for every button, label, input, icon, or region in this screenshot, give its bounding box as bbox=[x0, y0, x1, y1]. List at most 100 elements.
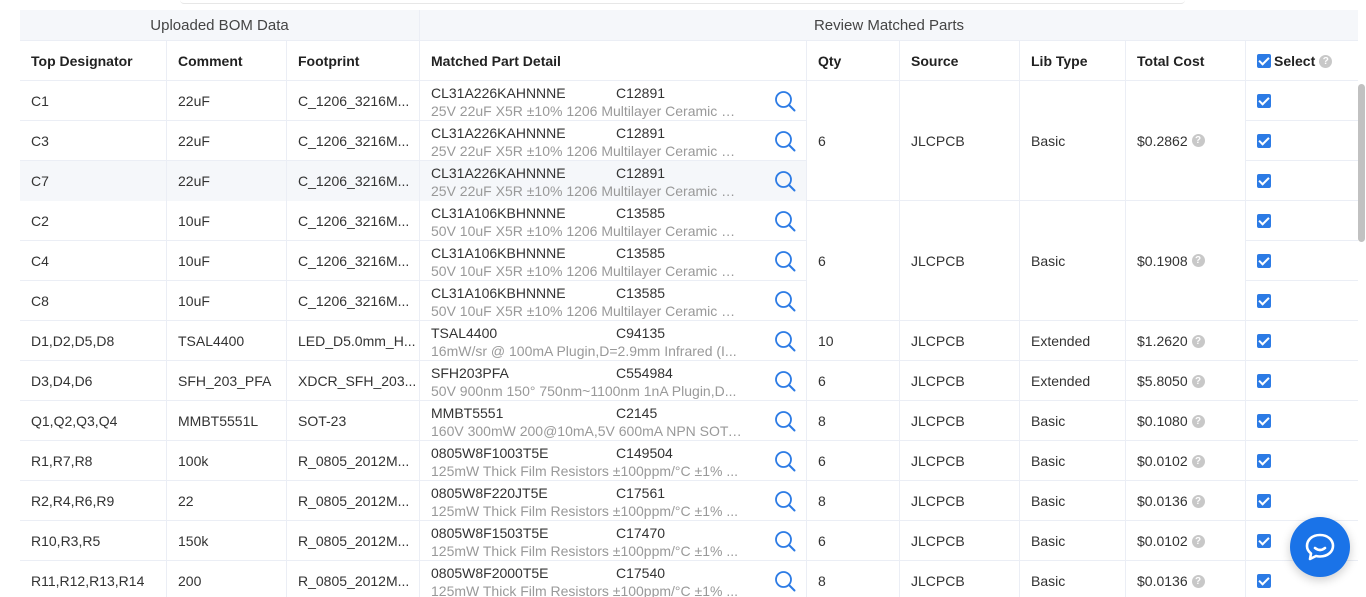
matched-part-detail: 0805W8F220JT5E C17561 125mW Thick Film Res… bbox=[420, 481, 807, 521]
search-icon[interactable] bbox=[774, 250, 796, 272]
col-total-cost: Total Cost bbox=[1126, 41, 1246, 81]
part-number: MMBT5551 bbox=[431, 405, 504, 421]
cell-qty: 8 bbox=[807, 401, 900, 441]
search-icon[interactable] bbox=[774, 330, 796, 352]
part-number-line: SFH203PFA C554984 bbox=[431, 364, 806, 382]
row-select-checkbox[interactable] bbox=[1257, 374, 1271, 388]
help-icon[interactable]: ? bbox=[1191, 494, 1205, 508]
cell-libtype: Extended bbox=[1020, 361, 1126, 401]
search-icon[interactable] bbox=[774, 570, 796, 592]
row-select-checkbox[interactable] bbox=[1257, 254, 1271, 268]
cell-select bbox=[1246, 121, 1358, 161]
row-select-checkbox[interactable] bbox=[1257, 94, 1271, 108]
search-icon[interactable] bbox=[774, 290, 796, 312]
cell-source: JLCPCB bbox=[900, 321, 1020, 361]
search-icon[interactable] bbox=[774, 370, 796, 392]
help-icon[interactable]: ? bbox=[1191, 574, 1205, 588]
help-icon[interactable]: ? bbox=[1191, 134, 1205, 147]
scrollbar[interactable] bbox=[1358, 84, 1365, 242]
cell-designator: C8 bbox=[20, 281, 167, 321]
search-icon[interactable] bbox=[774, 530, 796, 552]
merged-libtype: Basic bbox=[1020, 81, 1126, 201]
part-number-line: CL31A106KBHNNNE C13585 bbox=[431, 244, 806, 262]
cell-footprint: XDCR_SFH_203... bbox=[287, 361, 420, 401]
total-cost-value: $0.0102 bbox=[1137, 453, 1188, 469]
lcsc-code: C13585 bbox=[616, 245, 666, 261]
part-number: CL31A106KBHNNNE bbox=[431, 205, 566, 221]
cell-footprint: C_1206_3216M... bbox=[287, 201, 420, 241]
help-icon[interactable]: ? bbox=[1191, 254, 1205, 267]
review-matched-header: Review Matched Parts bbox=[420, 10, 1358, 41]
cell-designator: C7 bbox=[20, 161, 167, 201]
part-number-line: 0805W8F2000T5E C17540 bbox=[431, 564, 806, 582]
search-icon[interactable] bbox=[774, 170, 796, 192]
cell-designator: C2 bbox=[20, 201, 167, 241]
cell-comment: 10uF bbox=[167, 241, 287, 281]
part-description: 25V 22uF X5R ±10% 1206 Multilayer Cerami… bbox=[431, 183, 743, 199]
cell-source: JLCPCB bbox=[900, 361, 1020, 401]
cell-footprint: C_1206_3216M... bbox=[287, 121, 420, 161]
merged-libtype: Basic bbox=[1020, 201, 1126, 321]
part-number-line: CL31A106KBHNNNE C13585 bbox=[431, 284, 806, 302]
table-row: Q1,Q2,Q3,Q4 MMBT5551L SOT-23 MMBT5551 C2145 1… bbox=[20, 401, 1358, 441]
help-icon[interactable]: ? bbox=[1319, 54, 1333, 68]
part-number: CL31A226KAHNNNE bbox=[431, 125, 566, 141]
search-icon[interactable] bbox=[774, 490, 796, 512]
cell-footprint: C_1206_3216M... bbox=[287, 281, 420, 321]
total-cost-value: $1.2620 bbox=[1137, 333, 1188, 349]
row-select-checkbox[interactable] bbox=[1257, 494, 1271, 508]
part-number: CL31A226KAHNNNE bbox=[431, 165, 566, 181]
select-label: Select bbox=[1274, 53, 1316, 69]
merged-source: JLCPCB bbox=[900, 81, 1020, 201]
part-description: 25V 22uF X5R ±10% 1206 Multilayer Cerami… bbox=[431, 103, 743, 119]
help-icon[interactable]: ? bbox=[1191, 454, 1205, 468]
help-icon[interactable]: ? bbox=[1191, 334, 1205, 348]
merged-qty: 6 bbox=[807, 201, 900, 321]
cell-designator: R10,R3,R5 bbox=[20, 521, 167, 561]
help-icon[interactable]: ? bbox=[1191, 414, 1205, 428]
part-number-line: 0805W8F1503T5E C17470 bbox=[431, 524, 806, 542]
row-select-checkbox[interactable] bbox=[1257, 454, 1271, 468]
cell-select bbox=[1246, 81, 1358, 121]
lcsc-code: C12891 bbox=[616, 85, 666, 101]
cell-comment: 10uF bbox=[167, 201, 287, 241]
part-description: 50V 10uF X5R ±10% 1206 Multilayer Cerami… bbox=[431, 303, 743, 319]
search-icon[interactable] bbox=[774, 130, 796, 152]
part-number: 0805W8F2000T5E bbox=[431, 565, 549, 581]
cell-total-cost: $0.0136? bbox=[1126, 561, 1246, 597]
row-select-checkbox[interactable] bbox=[1257, 534, 1271, 548]
matched-part-detail: CL31A106KBHNNNE C13585 50V 10uF X5R ±10% 1… bbox=[420, 201, 807, 241]
cell-select bbox=[1246, 281, 1358, 321]
select-all-checkbox[interactable] bbox=[1257, 54, 1271, 68]
cell-footprint: R_0805_2012M... bbox=[287, 561, 420, 597]
search-icon[interactable] bbox=[774, 410, 796, 432]
search-icon[interactable] bbox=[774, 90, 796, 112]
row-select-checkbox[interactable] bbox=[1257, 574, 1271, 588]
column-header-row: Top Designator Comment Footprint Matched… bbox=[20, 41, 1358, 81]
part-description: 125mW Thick Film Resistors ±100ppm/°C ±1… bbox=[431, 463, 739, 479]
row-select-checkbox[interactable] bbox=[1257, 134, 1271, 148]
row-select-checkbox[interactable] bbox=[1257, 294, 1271, 308]
total-cost-value: $0.0102 bbox=[1137, 533, 1188, 549]
merged-total-cost: $0.1908? bbox=[1126, 201, 1246, 321]
lcsc-code: C2145 bbox=[616, 405, 658, 421]
search-icon[interactable] bbox=[774, 210, 796, 232]
row-select-checkbox[interactable] bbox=[1257, 414, 1271, 428]
row-select-checkbox[interactable] bbox=[1257, 214, 1271, 228]
cell-footprint: R_0805_2012M... bbox=[287, 441, 420, 481]
lcsc-code: C13585 bbox=[616, 285, 666, 301]
row-select-checkbox[interactable] bbox=[1257, 174, 1271, 188]
bom-table: Uploaded BOM Data Review Matched Parts T… bbox=[20, 10, 1358, 597]
matched-part-detail: CL31A226KAHNNNE C12891 25V 22uF X5R ±10% 1… bbox=[420, 161, 807, 201]
cell-select bbox=[1246, 201, 1358, 241]
chat-button[interactable] bbox=[1290, 517, 1350, 577]
search-icon[interactable] bbox=[774, 450, 796, 472]
row-select-checkbox[interactable] bbox=[1257, 334, 1271, 348]
help-icon[interactable]: ? bbox=[1191, 374, 1205, 388]
part-number-line: MMBT5551 C2145 bbox=[431, 404, 806, 422]
total-cost-value: $0.2862 bbox=[1137, 132, 1188, 149]
help-icon[interactable]: ? bbox=[1191, 534, 1205, 548]
cell-source: JLCPCB bbox=[900, 441, 1020, 481]
col-comment: Comment bbox=[167, 41, 287, 81]
matched-part-detail: CL31A226KAHNNNE C12891 25V 22uF X5R ±10% 1… bbox=[420, 81, 807, 121]
